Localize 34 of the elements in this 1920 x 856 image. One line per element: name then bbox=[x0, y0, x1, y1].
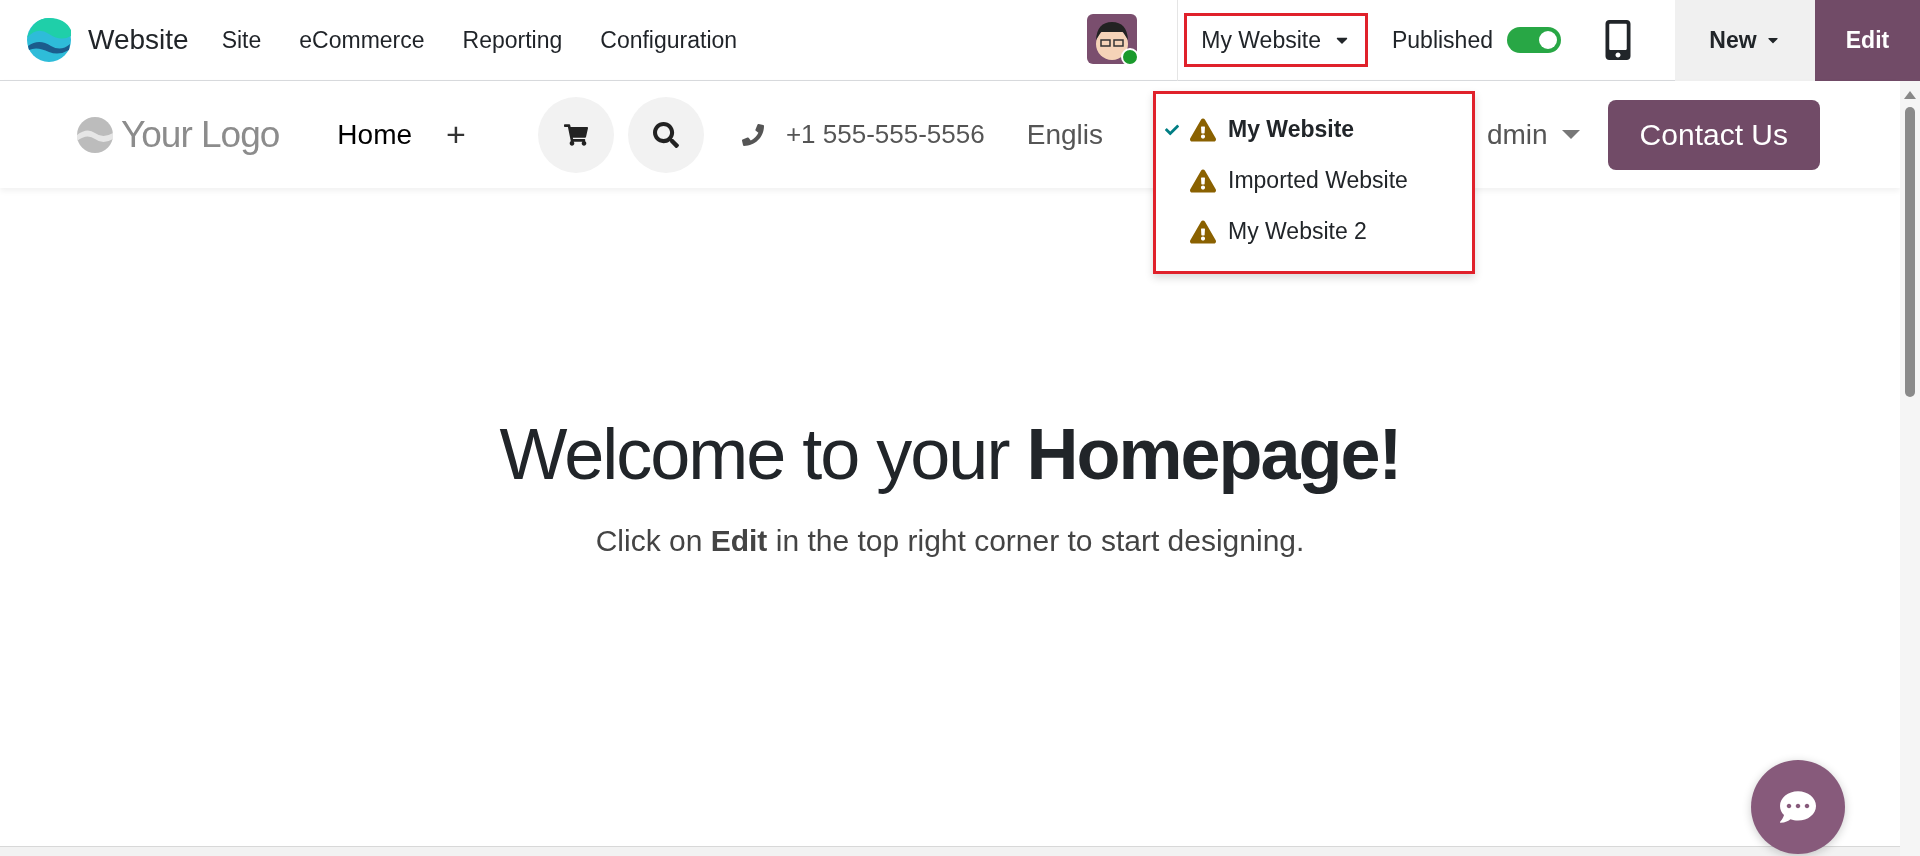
website-switcher[interactable]: My Website bbox=[1184, 13, 1368, 67]
menu-item[interactable]: Site bbox=[202, 22, 281, 58]
contact-us-button[interactable]: Contact Us bbox=[1607, 99, 1820, 170]
menu-item[interactable]: Reporting bbox=[443, 22, 582, 58]
website-menu-item[interactable]: My Website bbox=[1156, 104, 1472, 155]
published-label: Published bbox=[1391, 25, 1493, 55]
app-title: Website bbox=[88, 23, 189, 57]
warning-icon bbox=[1190, 168, 1216, 193]
chat-icon bbox=[1780, 789, 1816, 825]
website-menu-item[interactable]: My Website 2 bbox=[1156, 206, 1472, 257]
logo-mark-icon bbox=[75, 114, 115, 155]
caret-icon bbox=[1561, 130, 1580, 139]
nav-link[interactable]: Home bbox=[337, 113, 413, 156]
warning-icon bbox=[1190, 117, 1216, 142]
user-avatar[interactable] bbox=[1087, 14, 1140, 66]
mobile-preview-icon[interactable] bbox=[1605, 20, 1631, 60]
new-button[interactable]: New bbox=[1675, 0, 1815, 81]
language-selector[interactable]: Englis bbox=[1026, 113, 1103, 156]
edit-button[interactable]: Edit bbox=[1815, 0, 1920, 81]
published-toggle[interactable] bbox=[1507, 27, 1561, 53]
user-menu[interactable]: dmin bbox=[1486, 113, 1548, 156]
phone-number: +1 555-555-5556 bbox=[785, 118, 985, 151]
search-icon bbox=[652, 121, 679, 148]
menu-item[interactable]: eCommerce bbox=[280, 22, 444, 58]
menu-item[interactable]: Configuration bbox=[581, 22, 757, 58]
check-icon bbox=[1165, 122, 1179, 137]
website-menu-item[interactable]: Imported Website bbox=[1156, 155, 1472, 206]
website-app-icon[interactable] bbox=[25, 16, 73, 64]
warning-icon bbox=[1190, 219, 1216, 244]
welcome-subtitle: Click on Edit in the top right corner to start designing. bbox=[595, 523, 1305, 559]
live-chat-button[interactable] bbox=[1751, 760, 1845, 854]
add-page-button[interactable]: + bbox=[446, 109, 466, 160]
cart-icon bbox=[563, 122, 588, 147]
phone-icon bbox=[741, 123, 764, 146]
